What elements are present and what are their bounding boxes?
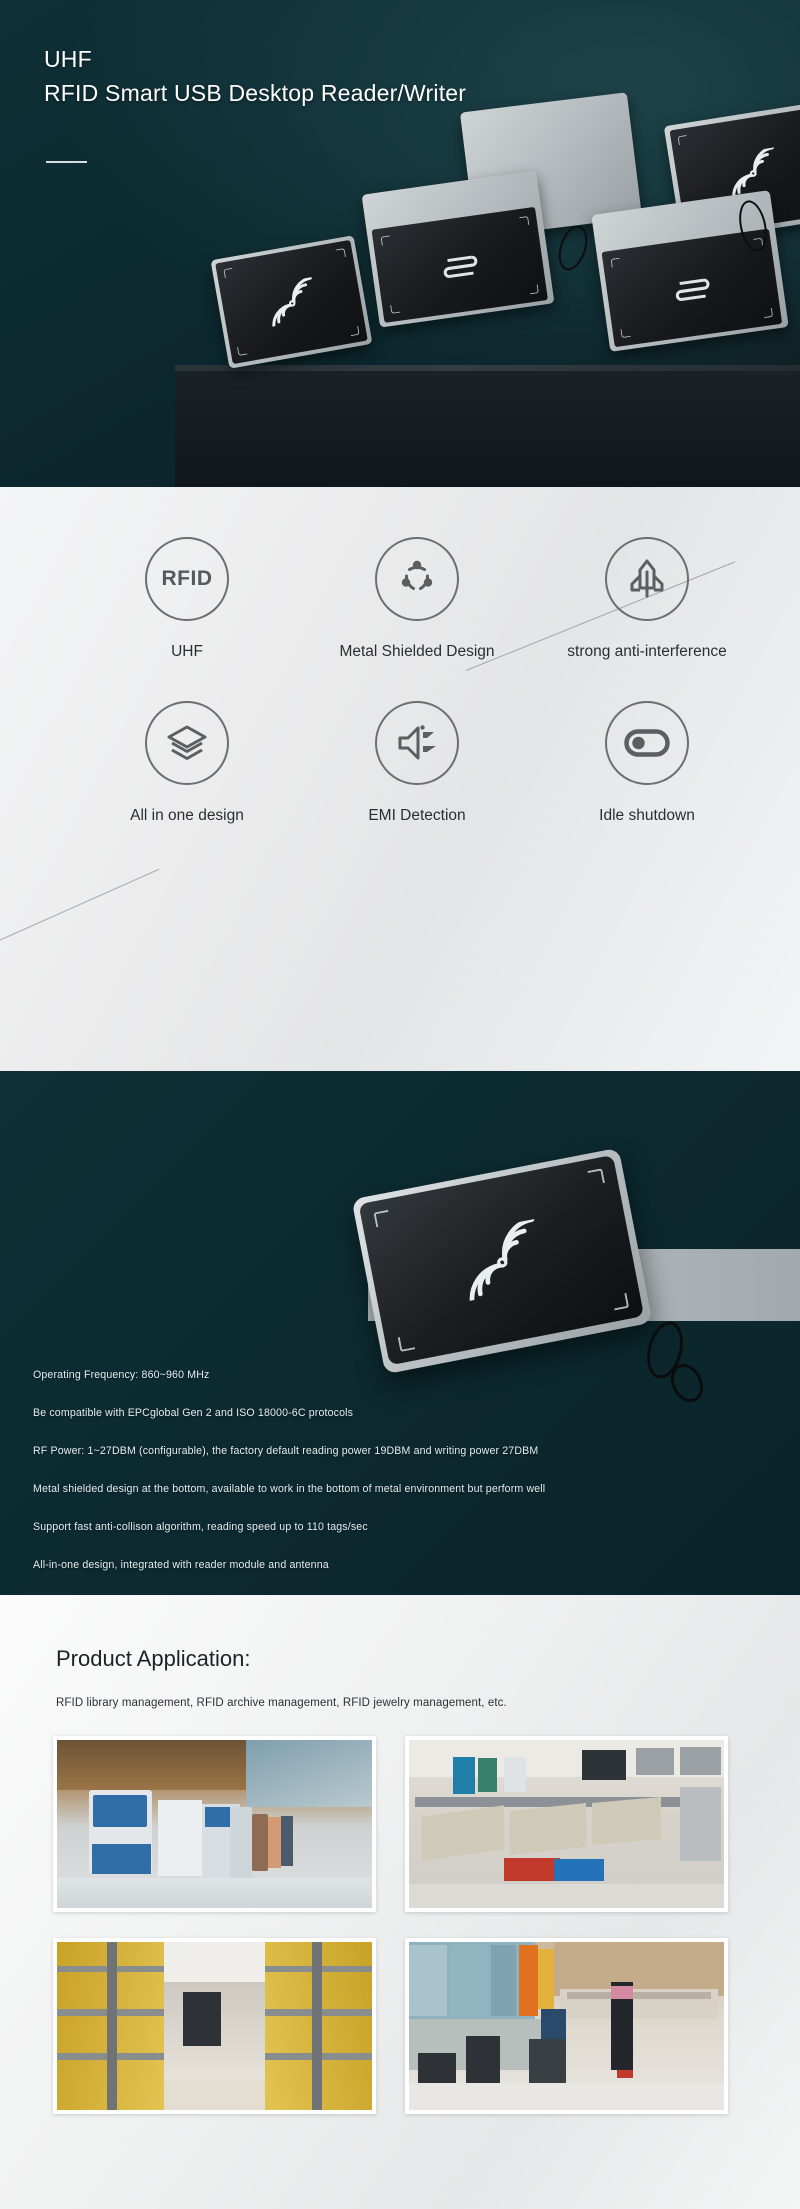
feature-item-strong-anti-interference[interactable]: strong anti-interference — [532, 537, 762, 661]
application-section: Product Application: RFID library manage… — [0, 1595, 800, 2209]
product-photo-reader — [351, 1147, 653, 1375]
photo-image: automated book sorting conveyor system — [409, 1740, 724, 1908]
application-photo-grid: library self-service kiosks with patrons — [53, 1736, 728, 2114]
hero-banner: UHF RFID Smart USB Desktop Reader/Writer — [0, 0, 800, 487]
application-photo-library-kiosks[interactable]: library self-service kiosks with patrons — [53, 1736, 376, 1912]
reader-device-1 — [210, 235, 373, 369]
share-nodes-icon — [401, 560, 433, 590]
feature-label: Idle shutdown — [599, 807, 695, 824]
spec-item: Support fast anti-collison algorithm, re… — [33, 1521, 368, 1533]
application-photo-circulation-desk[interactable]: library circulation desk with staff and … — [405, 1938, 728, 2114]
diagonal-accent-line-bottom-left — [0, 868, 160, 945]
application-title: Product Application: — [56, 1646, 251, 1671]
speaker-emi-icon — [398, 725, 436, 760]
feature-item-all-in-one-design[interactable]: All in one design — [72, 701, 302, 825]
layers-icon-wrap — [145, 701, 229, 785]
feature-label: EMI Detection — [368, 807, 466, 824]
hero-title-line-2: RFID Smart USB Desktop Reader/Writer — [44, 80, 467, 106]
rfid-wave-icon — [271, 276, 312, 328]
specification-list: Operating Frequency: 860~960 MHz Be comp… — [33, 1368, 753, 1595]
spec-item: Metal shielded design at the bottom, ava… — [33, 1483, 546, 1495]
corner-bracket — [223, 267, 234, 279]
corner-bracket — [349, 325, 360, 337]
corner-bracket — [763, 307, 774, 319]
spec-item: Operating Frequency: 860~960 MHz — [33, 1369, 210, 1381]
toggle-off-icon — [624, 729, 670, 757]
features-section: RFID UHF Metal Shielded Design strong an… — [0, 487, 800, 1071]
application-subtitle: RFID library management, RFID archive ma… — [56, 1697, 507, 1709]
features-grid: RFID UHF Metal Shielded Design strong an… — [72, 537, 762, 825]
corner-bracket — [237, 345, 248, 357]
photo-image: archive storage shelving with yellow fol… — [57, 1942, 372, 2110]
photo-image: library circulation desk with staff and … — [409, 1942, 724, 2110]
hero-title-line-1: UHF — [44, 46, 92, 72]
page-title: UHF RFID Smart USB Desktop Reader/Writer — [44, 42, 466, 110]
rfid-antenna-mark-icon — [675, 278, 709, 301]
photo-image: library self-service kiosks with patrons — [57, 1740, 372, 1908]
layers-icon — [167, 725, 207, 760]
feature-item-uhf[interactable]: RFID UHF — [72, 537, 302, 661]
feature-item-idle-shutdown[interactable]: Idle shutdown — [532, 701, 762, 825]
corner-bracket — [380, 235, 391, 246]
rfid-badge-icon: RFID — [145, 537, 229, 621]
spec-item: Be compatible with EPCglobal Gen 2 and I… — [33, 1407, 354, 1419]
rfid-wave-icon — [732, 146, 774, 198]
feature-label: strong anti-interference — [567, 643, 727, 660]
product-detail-page: UHF RFID Smart USB Desktop Reader/Writer — [0, 0, 800, 2209]
rocket-icon — [630, 559, 664, 598]
application-photo-book-sorter[interactable]: automated book sorting conveyor system — [405, 1736, 728, 1912]
rfid-badge-text: RFID — [161, 567, 213, 590]
spec-item: All-in-one design, integrated with reade… — [33, 1559, 329, 1571]
feature-label: Metal Shielded Design — [339, 643, 495, 660]
pedestal-block — [175, 371, 800, 487]
corner-bracket — [519, 215, 530, 227]
usb-cable — [553, 222, 593, 274]
specifications-section: Operating Frequency: 860~960 MHz Be comp… — [0, 1071, 800, 1595]
corner-bracket — [587, 1168, 605, 1186]
share-nodes-icon-wrap — [375, 537, 459, 621]
corner-bracket — [620, 327, 631, 339]
corner-bracket — [677, 134, 688, 146]
corner-bracket — [397, 1334, 416, 1353]
corner-bracket — [335, 247, 346, 259]
feature-item-metal-shielded-design[interactable]: Metal Shielded Design — [302, 537, 532, 661]
corner-bracket — [611, 1292, 630, 1311]
reader-device-2 — [361, 170, 555, 328]
toggle-off-icon-wrap — [605, 701, 689, 785]
feature-label: UHF — [171, 643, 203, 660]
rocket-icon-wrap — [605, 537, 689, 621]
corner-bracket — [390, 303, 401, 314]
corner-bracket — [610, 257, 621, 268]
feature-item-emi-detection[interactable]: EMI Detection — [302, 701, 532, 825]
rfid-antenna-mark-icon — [443, 255, 477, 278]
application-photo-archive-shelving[interactable]: archive storage shelving with yellow fol… — [53, 1938, 376, 2114]
feature-label: All in one design — [130, 807, 244, 824]
spec-item: RF Power: 1~27DBM (configurable), the fa… — [33, 1445, 539, 1457]
corner-bracket — [528, 284, 539, 295]
corner-bracket — [373, 1209, 391, 1228]
speaker-emi-icon-wrap — [375, 701, 459, 785]
rfid-wave-icon — [469, 1217, 534, 1303]
title-underline-rule — [46, 161, 87, 163]
